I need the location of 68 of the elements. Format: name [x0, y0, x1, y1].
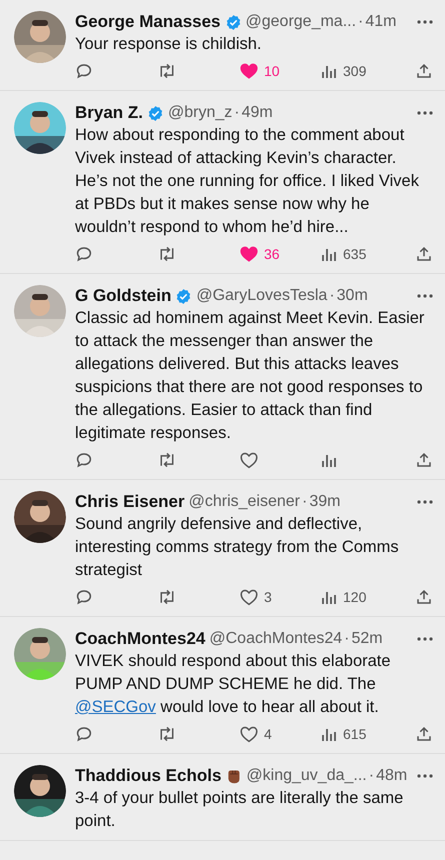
user-name[interactable]: Chris Eisener	[75, 489, 185, 515]
views-icon[interactable]	[321, 726, 337, 742]
views-icon[interactable]	[321, 63, 337, 79]
reply-text: Classic ad hominem against Meet Kevin. Easier to attack the messenger than answer the allegations delivered. But this attacks leaves suspicions that there are not good responses to the allegations. Easier to attack than find legitimate responses.	[75, 308, 426, 444]
reply-icon[interactable]	[75, 451, 93, 469]
verified-icon	[175, 288, 192, 304]
post-time[interactable]: 49m	[242, 101, 273, 125]
reply-text: How about responding to the comment about Vivek instead of attacking Kevin’s character. He’s not the one running for office. I liked Vivek at PBDs but it makes sense now why he wouldn’t respond to whom he’d hire...	[75, 125, 420, 238]
separator-dot: ·	[368, 766, 374, 786]
heart-icon[interactable]	[239, 451, 259, 469]
like-count: 10	[264, 62, 280, 80]
more-icon[interactable]	[417, 774, 433, 778]
more-icon[interactable]	[417, 20, 433, 24]
user-name[interactable]: Bryan Z.	[75, 100, 144, 126]
views-icon[interactable]	[321, 452, 337, 468]
post-time[interactable]: 39m	[309, 490, 340, 514]
more-icon[interactable]	[417, 500, 433, 504]
user-name[interactable]: CoachMontes24	[75, 626, 206, 652]
post-time[interactable]: 41m	[365, 10, 396, 34]
user-handle[interactable]: @george_ma...	[246, 10, 356, 34]
heart-icon[interactable]	[239, 725, 259, 743]
post-time[interactable]: 52m	[351, 627, 383, 651]
share-icon[interactable]	[415, 588, 433, 606]
post-time[interactable]: 48m	[376, 764, 408, 788]
like-count: 3	[264, 588, 272, 606]
separator-dot: ·	[358, 12, 364, 32]
verified-icon	[147, 104, 164, 122]
share-icon[interactable]	[415, 451, 433, 469]
verified-icon	[224, 14, 242, 30]
heart-icon[interactable]	[239, 588, 259, 606]
view-count: 120	[343, 588, 366, 606]
share-icon[interactable]	[415, 245, 433, 263]
separator-dot: ·	[234, 103, 240, 123]
views-icon[interactable]	[321, 589, 337, 605]
reply-text: 3-4 of your bullet points are literally the same point.	[75, 788, 404, 832]
user-name[interactable]: G Goldstein	[75, 283, 172, 309]
more-icon[interactable]	[417, 294, 433, 298]
view-count: 615	[343, 724, 366, 744]
like-count: 4	[264, 724, 272, 744]
separator-dot: ·	[344, 629, 350, 649]
reply-icon[interactable]	[75, 62, 93, 80]
post-time[interactable]: 30m	[336, 284, 368, 308]
heart-icon[interactable]	[239, 245, 259, 263]
view-count: 309	[343, 62, 366, 80]
separator-dot: ·	[302, 492, 308, 512]
user-handle[interactable]: @bryn_z	[168, 101, 232, 125]
user-handle[interactable]: @king_uv_da_...	[246, 764, 367, 788]
reply-text: Sound angrily defensive and deflective, interesting comms strategy from the Comms strategist	[75, 514, 400, 581]
reply-icon[interactable]	[75, 588, 93, 606]
reply-icon[interactable]	[75, 245, 93, 263]
mention-link[interactable]: @SECGov	[75, 698, 156, 716]
share-icon[interactable]	[415, 62, 433, 80]
more-icon[interactable]	[417, 111, 433, 115]
heart-icon[interactable]	[239, 62, 259, 80]
user-name[interactable]: Thaddious Echols	[75, 763, 222, 789]
reply-icon[interactable]	[75, 725, 93, 743]
user-name[interactable]: George Manasses	[75, 9, 221, 35]
user-handle[interactable]: @CoachMontes24	[209, 627, 342, 651]
reply-text: VIVEK should respond about this elaborate PUMP AND DUMP SCHEME he did. The @SECGov would love to hear all about it.	[75, 651, 392, 718]
user-handle[interactable]: @chris_eisener	[188, 490, 300, 514]
reply-text: Your response is childish.	[75, 34, 262, 55]
user-handle[interactable]: @GaryLovesTesla	[196, 284, 328, 308]
view-count: 635	[343, 244, 366, 264]
separator-dot: ·	[329, 286, 335, 306]
share-icon[interactable]	[415, 725, 433, 743]
views-icon[interactable]	[321, 246, 337, 262]
like-count: 36	[264, 244, 280, 264]
more-icon[interactable]	[417, 637, 433, 641]
